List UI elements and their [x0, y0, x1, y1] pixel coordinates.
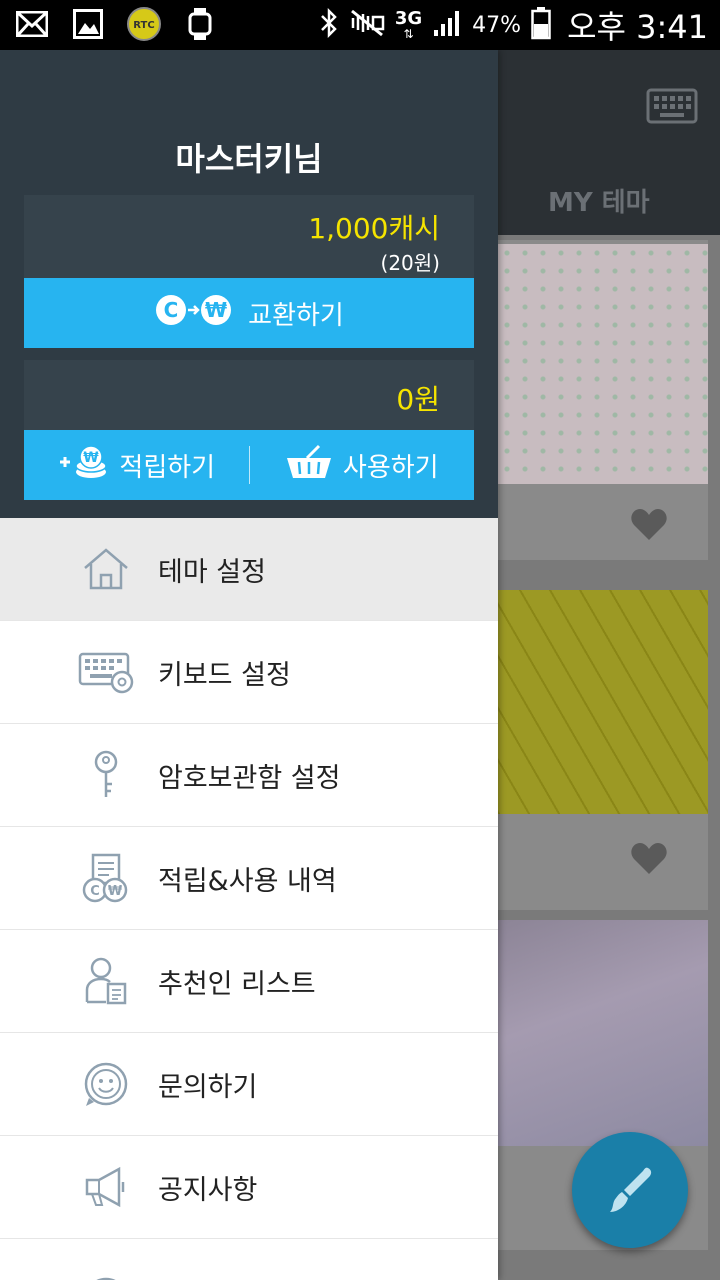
basket-icon: [285, 444, 333, 487]
svg-text:₩: ₩: [84, 450, 100, 466]
circle-icon: [78, 1271, 134, 1280]
use-label: 사용하기: [342, 452, 439, 483]
mail-icon: [14, 6, 50, 42]
menu-item-label: 추천인 리스트: [158, 968, 316, 1000]
cash-amount: 1,000캐시: [308, 212, 440, 245]
theme-card[interactable]: [498, 240, 708, 560]
watch-icon: [182, 6, 218, 42]
heart-icon[interactable]: [630, 842, 668, 880]
battery-icon: [531, 6, 551, 44]
bluetooth-icon: [319, 7, 339, 42]
drawer-header: 마스터키님 1,000캐시 (20원) C ₩ 교환하기 0원 ₩ 적립하기 사…: [0, 50, 498, 518]
won-actions: ₩ 적립하기 사용하기: [24, 430, 474, 500]
history-icon: C ₩: [78, 850, 134, 906]
menu-item-keyboard-settings[interactable]: 키보드 설정: [0, 621, 498, 724]
earn-button[interactable]: ₩ 적립하기: [24, 430, 249, 500]
cash-box: 1,000캐시 (20원) C ₩ 교환하기: [24, 195, 474, 348]
svg-text:C: C: [164, 298, 179, 322]
menu-item-password-vault[interactable]: 암호보관함 설정: [0, 724, 498, 827]
menu-item-label: 적립&사용 내역: [158, 865, 337, 897]
earn-label: 적립하기: [119, 452, 216, 483]
won-amount: 0원: [396, 383, 440, 416]
keyboard-settings-icon: [78, 644, 134, 700]
home-icon: [78, 541, 134, 597]
navigation-drawer: 마스터키님 1,000캐시 (20원) C ₩ 교환하기 0원 ₩ 적립하기 사…: [0, 50, 498, 1280]
use-button[interactable]: 사용하기: [250, 430, 475, 500]
signal-icon: [432, 8, 462, 42]
won-box: 0원 ₩ 적립하기 사용하기: [24, 360, 474, 500]
menu-item-history[interactable]: C ₩ 적립&사용 내역: [0, 827, 498, 930]
recommender-icon: [78, 953, 134, 1009]
exchange-label: 교환하기: [248, 300, 344, 331]
rtc-icon: RTC: [126, 6, 162, 42]
menu-item-partial[interactable]: [0, 1239, 498, 1280]
menu-item-theme-settings[interactable]: 테마 설정: [0, 518, 498, 621]
exchange-button[interactable]: C ₩ 교환하기: [24, 278, 474, 348]
drawer-menu: 테마 설정 키보드 설정 암호보관함 설정 C ₩ 적립&사용 내역 추천인 리스…: [0, 518, 498, 1280]
theme-thumbnail: [498, 590, 708, 814]
svg-text:₩: ₩: [108, 884, 123, 899]
key-icon: [78, 747, 134, 803]
menu-item-label: 공지사항: [158, 1174, 258, 1206]
menu-item-label: 문의하기: [158, 1071, 258, 1103]
image-icon: [70, 6, 106, 42]
theme-card[interactable]: [498, 590, 708, 910]
username: 마스터키님: [175, 140, 323, 178]
tab-my-theme[interactable]: MY 테마: [548, 182, 650, 219]
heart-icon[interactable]: [630, 508, 668, 546]
clock: 오후 3:41: [567, 8, 708, 46]
keyboard-icon[interactable]: [646, 88, 698, 128]
earn-coins-icon: ₩: [57, 444, 109, 487]
menu-item-inquiry[interactable]: 문의하기: [0, 1033, 498, 1136]
theme-thumbnail: [498, 920, 708, 1146]
megaphone-icon: [78, 1159, 134, 1215]
menu-item-notices[interactable]: 공지사항: [0, 1136, 498, 1239]
brush-icon: [610, 1167, 652, 1212]
menu-item-label: 테마 설정: [158, 556, 266, 588]
network-indicator: 3G ⇅: [394, 8, 423, 41]
svg-text:C: C: [90, 884, 100, 899]
menu-item-label: 암호보관함 설정: [158, 762, 341, 794]
paint-brush-button[interactable]: [572, 1132, 688, 1248]
battery-percent: 47%: [472, 12, 522, 38]
mute-icon: [349, 8, 385, 42]
theme-thumbnail: [498, 244, 708, 484]
background-app: MY 테마: [498, 50, 720, 1280]
menu-item-label: 키보드 설정: [158, 659, 291, 691]
cash-to-won-icon: C ₩: [154, 293, 234, 334]
menu-item-recommender-list[interactable]: 추천인 리스트: [0, 930, 498, 1033]
status-bar: RTC 3G ⇅ 47% 오후 3:41: [0, 0, 720, 50]
svg-text:₩: ₩: [205, 298, 227, 322]
background-toolbar: MY 테마: [498, 50, 720, 235]
smile-icon: [78, 1056, 134, 1112]
svg-text:RTC: RTC: [133, 20, 154, 31]
cash-won-equivalent: (20원): [380, 251, 440, 275]
